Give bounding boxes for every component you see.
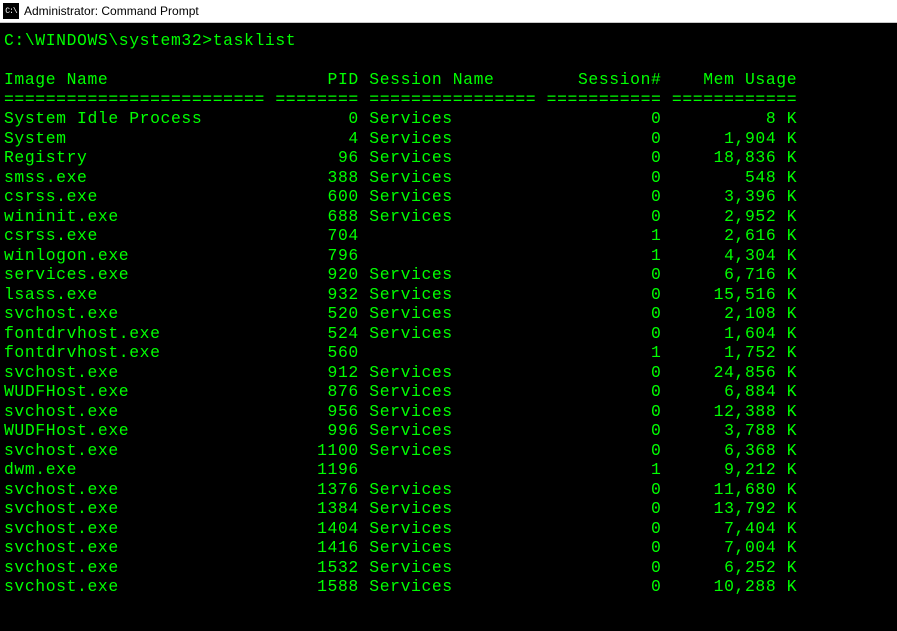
- terminal-viewport[interactable]: C:\WINDOWS\system32>tasklist Image Name …: [0, 23, 897, 631]
- window-titlebar: C:\ Administrator: Command Prompt: [0, 0, 897, 23]
- cmd-icon: C:\: [3, 3, 19, 19]
- cmd-icon-label: C:\: [5, 7, 16, 16]
- terminal-text: C:\WINDOWS\system32>tasklist Image Name …: [0, 23, 897, 597]
- window-title: Administrator: Command Prompt: [24, 4, 199, 18]
